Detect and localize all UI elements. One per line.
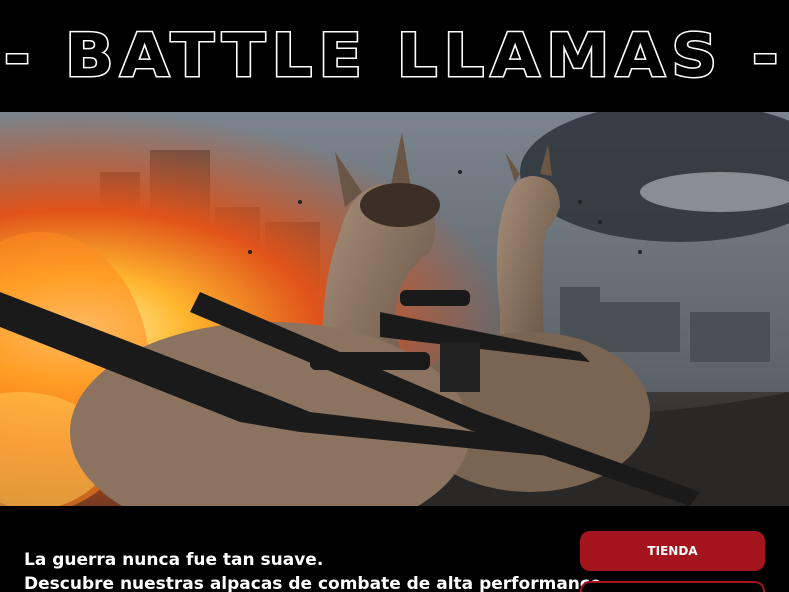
site-header: - BATTLE LLAMAS - [0,0,789,112]
page: - BATTLE LLAMAS - La guerra nunca fue ta… [0,0,789,592]
hero-illustration [0,112,789,506]
hero-image [0,112,789,506]
tienda-button[interactable]: TIENDA [580,531,765,571]
secondary-button[interactable] [580,581,765,592]
site-title: - BATTLE LLAMAS - [2,20,785,93]
tagline-line-2: Descubre nuestras alpacas de combate de … [24,574,602,592]
tagline-line-1: La guerra nunca fue tan suave. [24,550,324,570]
tagline: La guerra nunca fue tan suave. Descubre … [24,548,602,592]
